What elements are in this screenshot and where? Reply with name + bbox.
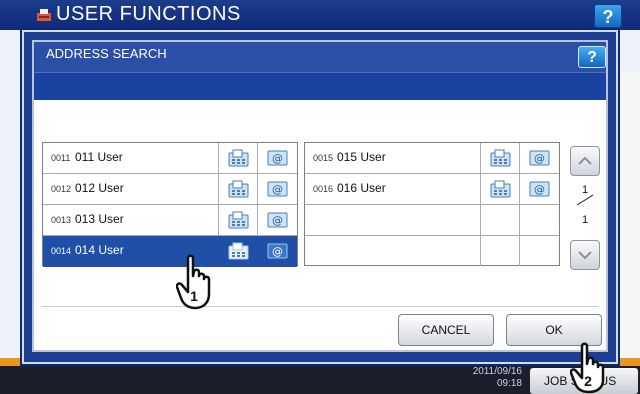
scroll-up-button[interactable] [570,146,600,176]
scroll-down-button[interactable] [570,240,600,270]
address-name-cell[interactable]: 0012 012 User [43,174,219,204]
callout-number: 1 [190,288,198,304]
dialog-content: 0011 011 User @ 0012 012 User @ 0013 013… [34,100,606,350]
fax-toggle[interactable] [481,143,520,173]
hand-pointer-icon: 2 [570,342,605,394]
email-icon: @ [529,150,550,166]
address-name-cell[interactable]: 0016 016 User [305,174,481,204]
address-number: 0013 [51,215,72,225]
address-row-0014-selected[interactable]: 0014 014 User @ [43,236,297,267]
address-row-0013[interactable]: 0013 013 User @ [43,205,297,236]
background-orange-bar [0,358,22,366]
address-row-0011[interactable]: 0011 011 User @ [43,143,297,174]
address-row-0015[interactable]: 0015 015 User @ [305,143,559,174]
address-name-cell[interactable]: 0013 013 User [43,205,219,235]
svg-text:@: @ [272,245,283,258]
background-help-button[interactable]: ? [594,4,622,28]
cancel-button[interactable]: CANCEL [398,314,494,346]
email-toggle[interactable]: @ [520,143,559,173]
chevron-up-icon [578,156,592,165]
fax-toggle[interactable] [219,143,258,173]
fax-toggle[interactable] [481,174,520,204]
dialog-frame: ADDRESS SEARCH ? 0011 011 User @ 0012 01… [32,40,608,352]
email-toggle [520,205,559,235]
page-separator [576,194,594,206]
address-row-empty[interactable] [305,236,559,267]
dialog-help-button[interactable]: ? [578,46,606,68]
email-toggle[interactable]: @ [258,205,297,235]
dialog-title: ADDRESS SEARCH [46,46,167,61]
email-icon: @ [267,243,288,259]
svg-text:@: @ [272,183,283,196]
address-name-cell[interactable]: 0015 015 User [305,143,481,173]
address-number: 0016 [313,184,334,194]
email-icon: @ [529,181,550,197]
svg-text:@: @ [272,152,283,165]
chevron-down-icon [578,251,592,260]
address-name: 011 User [75,150,123,164]
address-row-0012[interactable]: 0012 012 User @ [43,174,297,205]
fax-icon [228,180,249,198]
svg-text:@: @ [534,152,545,165]
email-toggle [520,236,559,266]
address-name: 016 User [337,181,386,195]
email-icon: @ [267,181,288,197]
fax-icon [490,149,511,167]
fax-icon [228,242,249,260]
email-toggle[interactable]: @ [258,236,297,266]
address-number: 0012 [51,184,72,194]
hand-pointer-icon: 1 [176,254,211,310]
address-name-cell[interactable]: 0011 011 User [43,143,219,173]
dialog-divider [42,306,598,307]
fax-toggle[interactable] [219,205,258,235]
address-name: 012 User [75,181,124,195]
address-name-cell[interactable] [305,205,481,235]
email-icon: @ [267,150,288,166]
fax-icon [228,149,249,167]
svg-text:@: @ [272,214,283,227]
fax-icon [228,211,249,229]
fax-toggle [481,205,520,235]
address-search-dialog: ADDRESS SEARCH ? 0011 011 User @ 0012 01… [22,30,618,364]
email-toggle[interactable]: @ [520,174,559,204]
background-title: USER FUNCTIONS [56,3,241,25]
fax-toggle [481,236,520,266]
fax-toggle[interactable] [219,236,258,266]
address-row-0016[interactable]: 0016 016 User @ [305,174,559,205]
address-name: 014 User [75,243,124,257]
address-name: 015 User [337,150,386,164]
address-row-empty[interactable] [305,205,559,236]
email-toggle[interactable]: @ [258,174,297,204]
printer-logo-icon [37,9,51,21]
dialog-header-band [34,72,606,100]
address-list-right: 0015 015 User @ 0016 016 User @ [304,142,560,266]
svg-text:@: @ [534,183,545,196]
address-name-cell[interactable] [305,236,481,266]
email-toggle[interactable]: @ [258,143,297,173]
background-title-bar: USER FUNCTIONS ? [0,0,640,30]
address-list-left: 0011 011 User @ 0012 012 User @ 0013 013… [42,142,298,267]
email-icon: @ [267,212,288,228]
clock-time: 09:18 [496,378,522,389]
page-total: 1 [581,214,589,226]
screen: USER FUNCTIONS ? 2011/09/16 09:18 JOB ST… [0,0,640,394]
callout-number: 2 [584,373,592,389]
clock-date: 2011/09/16 [472,366,522,377]
fax-toggle[interactable] [219,174,258,204]
address-number: 0015 [313,153,334,163]
address-number: 0014 [51,246,72,256]
address-name: 013 User [75,212,124,226]
address-number: 0011 [51,153,71,163]
fax-icon [490,180,511,198]
